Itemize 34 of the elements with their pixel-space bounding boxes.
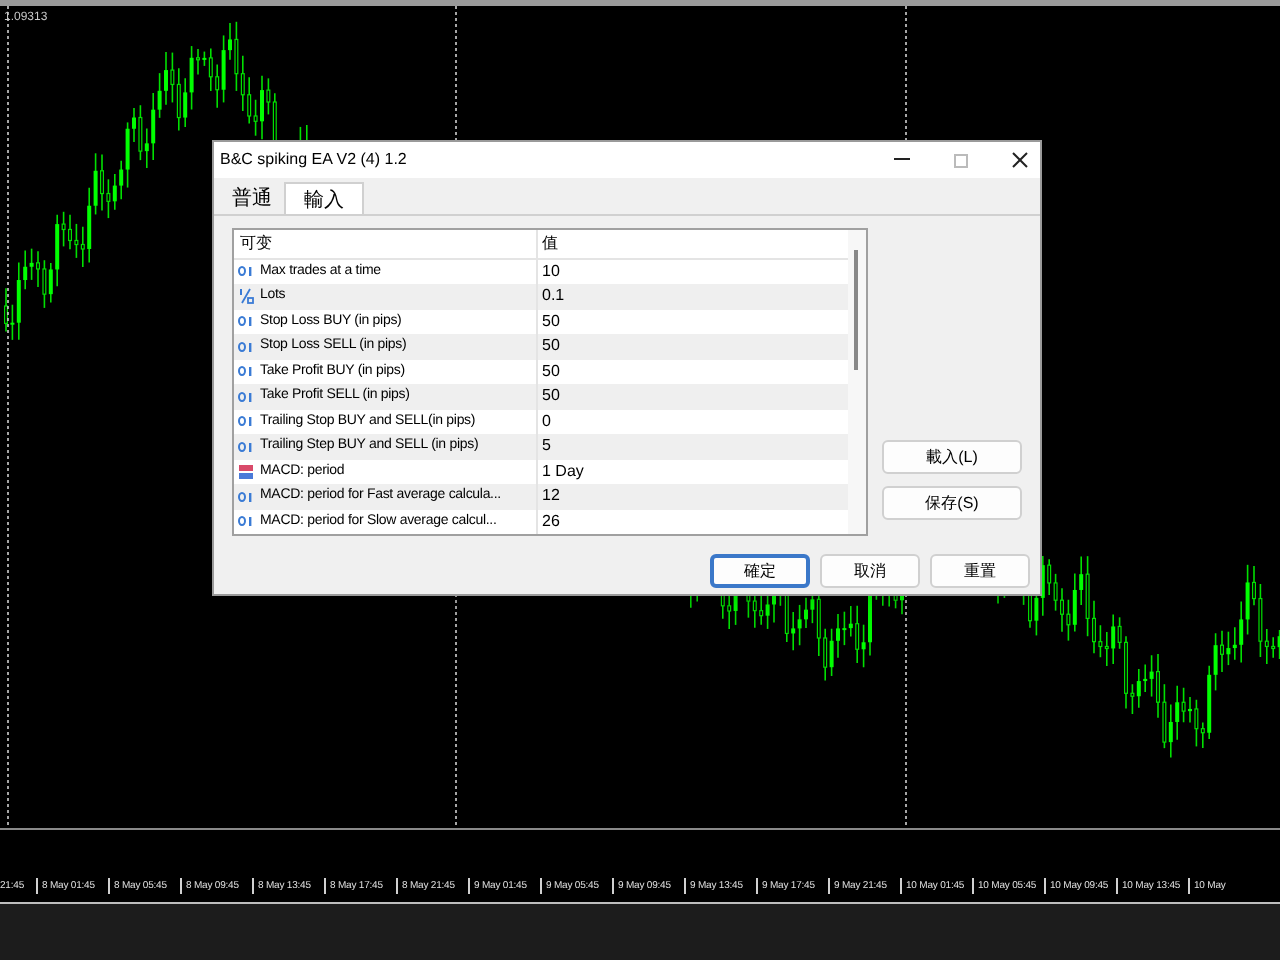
window-title: B&C spiking EA V2 (4) 1.2 [220, 148, 409, 172]
integer-type-icon [238, 516, 254, 527]
dialog-button[interactable]: 確定 [710, 554, 810, 588]
scrollbar[interactable] [848, 230, 866, 534]
tab[interactable]: 輸入 [284, 182, 364, 216]
dialog-button[interactable]: 取消 [820, 554, 920, 588]
integer-type-icon [238, 366, 254, 377]
parameter-value[interactable]: 5 [542, 434, 551, 459]
column-header[interactable]: 值 [538, 230, 848, 257]
parameter-value[interactable]: 0 [542, 409, 551, 434]
fraction-type-icon [238, 288, 254, 305]
parameter-value[interactable]: 50 [542, 384, 560, 409]
parameter-value[interactable]: 10 [542, 259, 560, 284]
integer-type-icon [238, 266, 254, 277]
close-icon[interactable] [1012, 152, 1028, 168]
side-button[interactable]: 載入(L) [882, 440, 1022, 474]
side-button[interactable]: 保存(S) [882, 486, 1022, 520]
parameter-value[interactable]: 50 [542, 359, 560, 384]
parameter-value[interactable]: 12 [542, 484, 560, 509]
integer-type-icon [238, 341, 254, 352]
parameter-value[interactable]: 26 [542, 509, 560, 534]
list-type-icon [238, 463, 254, 480]
column-header[interactable]: 可变 [234, 230, 538, 257]
minimize-icon[interactable] [894, 158, 910, 162]
integer-type-icon [238, 391, 254, 402]
integer-type-icon [238, 316, 254, 327]
integer-type-icon [238, 416, 254, 427]
parameter-value[interactable]: 50 [542, 309, 560, 334]
parameter-value[interactable]: 1 Day [542, 459, 584, 484]
integer-type-icon [238, 441, 254, 452]
integer-type-icon [238, 491, 254, 502]
parameter-value[interactable]: 50 [542, 334, 560, 359]
parameter-value[interactable]: 0.1 [542, 284, 565, 309]
dialog-button[interactable]: 重置 [930, 554, 1030, 588]
